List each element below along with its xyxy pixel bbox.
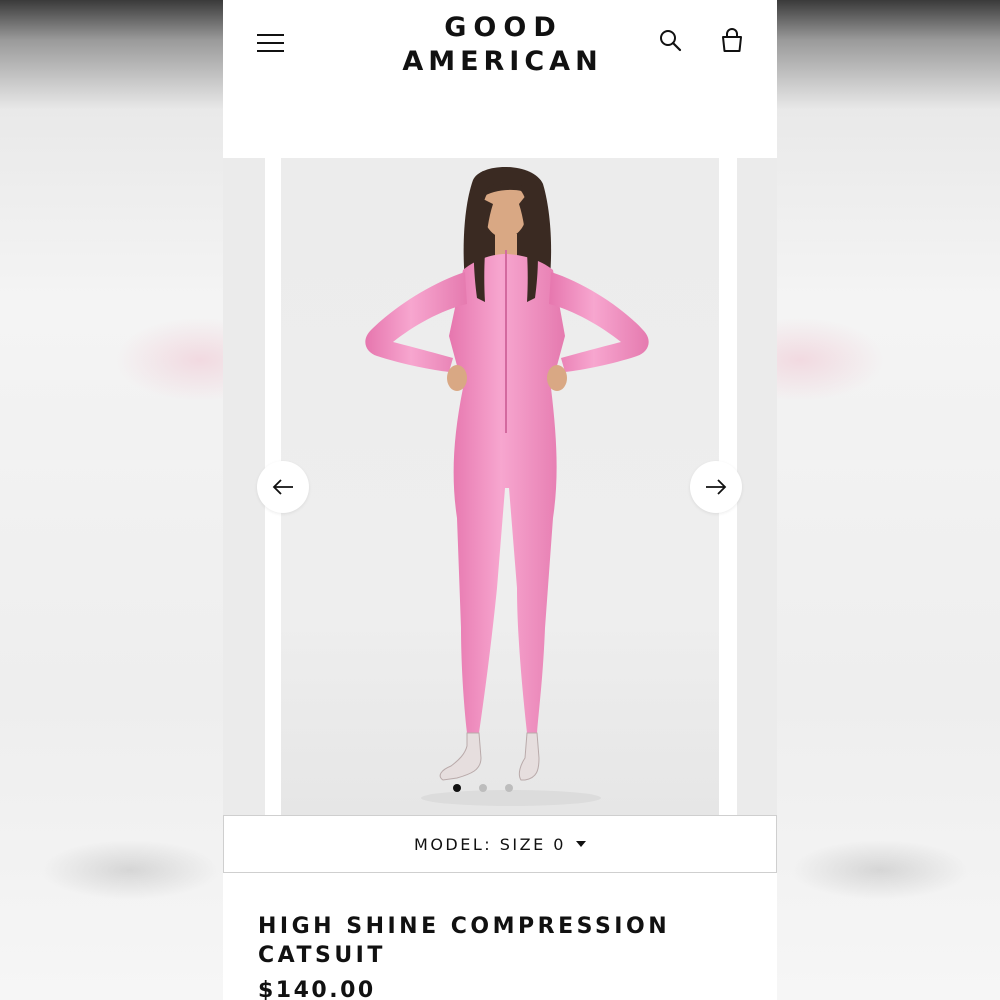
product-price: $140.00 xyxy=(258,978,376,1000)
background-shadow-right xyxy=(790,840,970,900)
previous-image-button[interactable] xyxy=(257,461,309,513)
background-shadow-left xyxy=(40,840,220,900)
product-title: HIGH SHINE COMPRESSION CATSUIT xyxy=(258,914,671,968)
site-header: GOOD AMERICAN xyxy=(223,0,777,158)
search-icon[interactable] xyxy=(658,28,686,56)
product-image-carousel[interactable] xyxy=(223,158,777,815)
next-slide-peek xyxy=(737,158,777,815)
brand-logo[interactable]: GOOD AMERICAN xyxy=(223,12,777,79)
mobile-page: GOOD AMERICAN MODEL: SIZE 0 HIGH SHINE C… xyxy=(223,0,777,1000)
caret-down-icon xyxy=(575,841,586,847)
brand-logo-line2: AMERICAN xyxy=(402,46,603,78)
product-image[interactable] xyxy=(281,158,719,815)
next-image-button[interactable] xyxy=(690,461,742,513)
carousel-dot[interactable] xyxy=(453,784,461,792)
carousel-dot[interactable] xyxy=(505,784,513,792)
shopping-bag-icon[interactable] xyxy=(719,28,747,56)
arrow-right-icon xyxy=(706,479,727,495)
brand-logo-line1: GOOD xyxy=(444,12,563,43)
model-size-selector[interactable]: MODEL: SIZE 0 xyxy=(223,815,777,873)
model-size-label: MODEL: SIZE 0 xyxy=(414,834,566,854)
carousel-dot[interactable] xyxy=(479,784,487,792)
model-photo xyxy=(365,166,649,806)
arrow-left-icon xyxy=(272,479,293,495)
